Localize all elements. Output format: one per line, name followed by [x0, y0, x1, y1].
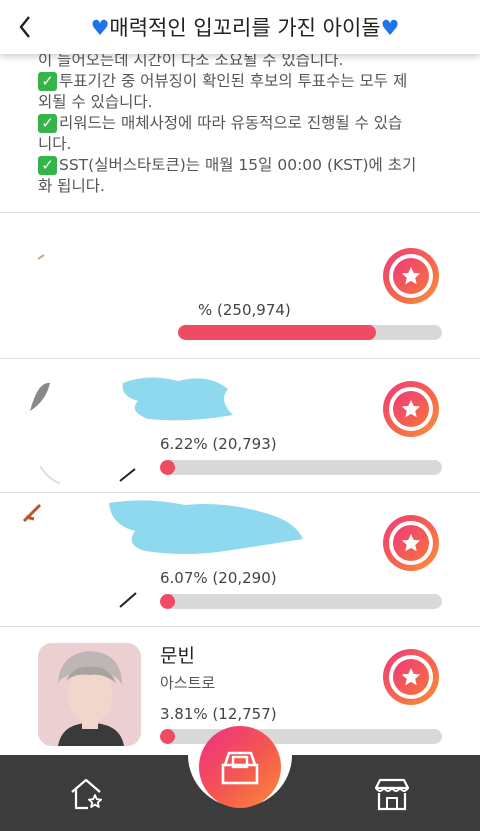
redaction-scribble — [109, 500, 303, 554]
vote-progress-fill — [160, 729, 175, 744]
nav-vote-button[interactable] — [199, 726, 281, 808]
vote-stat: 6.07% (20,290) — [160, 569, 277, 587]
notice-line: 외될 수 있습니다. — [38, 93, 153, 111]
ranking-item: 6.22% (20,793) — [0, 358, 480, 492]
notice-line: 니다. — [38, 135, 72, 153]
blue-heart-icon: ♥ — [380, 16, 400, 40]
vote-progress-fill — [160, 594, 175, 609]
back-button[interactable] — [0, 0, 50, 54]
redaction-scribble — [122, 377, 233, 421]
candidate-name: 문빈 — [160, 645, 195, 667]
vote-progress-fill — [160, 460, 175, 475]
vote-progress-bar — [178, 325, 442, 340]
vote-notice: 이 늘어오는데 시간이 다소 소요될 수 있습니다. ✓ 투표기간 중 어뷰징이 … — [38, 50, 448, 197]
check-icon: ✓ — [38, 72, 57, 91]
ballot-box-icon — [221, 751, 259, 785]
vote-button[interactable] — [383, 649, 439, 705]
ranking-item: 6.07% (20,290) — [0, 492, 480, 626]
store-icon — [374, 778, 410, 811]
blue-heart-icon: ♥ — [90, 16, 110, 40]
vote-progress-fill — [178, 325, 376, 340]
candidate-group: 아스트로 — [160, 674, 216, 692]
nav-home-button[interactable] — [68, 776, 104, 812]
vote-progress-bar — [160, 460, 442, 475]
page-title-text: 매력적인 입꼬리를 가진 아이돌 — [109, 16, 381, 40]
notice-line: ✓ SST(실버스타토큰)는 매월 15일 00:00 (KST)에 초기 — [38, 155, 448, 176]
vote-progress-bar — [160, 594, 442, 609]
home-star-icon — [71, 778, 103, 810]
vote-stat: % (250,974) — [198, 301, 291, 319]
star-icon — [401, 399, 421, 418]
vote-button[interactable] — [383, 515, 439, 571]
star-icon — [401, 667, 421, 686]
vote-button[interactable] — [383, 248, 439, 304]
ranking-item: % (250,974) — [0, 212, 480, 358]
notice-line: ✓ 리워드는 매체사정에 따라 유동적으로 진행될 수 있습 — [38, 113, 448, 134]
page-title: ♥매력적인 입꼬리를 가진 아이돌♥ — [50, 12, 480, 42]
notice-line: 화 됩니다. — [38, 177, 105, 195]
vote-stat: 3.81% (12,757) — [160, 705, 277, 723]
check-icon: ✓ — [38, 156, 57, 175]
candidate-photo — [38, 643, 141, 746]
app-header: ♥매력적인 입꼬리를 가진 아이돌♥ — [0, 0, 480, 54]
star-icon — [401, 266, 421, 285]
candidate-photo — [38, 235, 141, 338]
vote-button[interactable] — [383, 381, 439, 437]
star-icon — [401, 533, 421, 552]
chevron-left-icon — [19, 16, 30, 38]
vote-progress-bar — [160, 729, 442, 744]
vote-stat: 6.22% (20,793) — [160, 435, 277, 453]
nav-store-button[interactable] — [374, 776, 410, 812]
check-icon: ✓ — [38, 114, 57, 133]
notice-line: ✓ 투표기간 중 어뷰징이 확인된 후보의 투표수는 모두 제 — [38, 71, 448, 92]
